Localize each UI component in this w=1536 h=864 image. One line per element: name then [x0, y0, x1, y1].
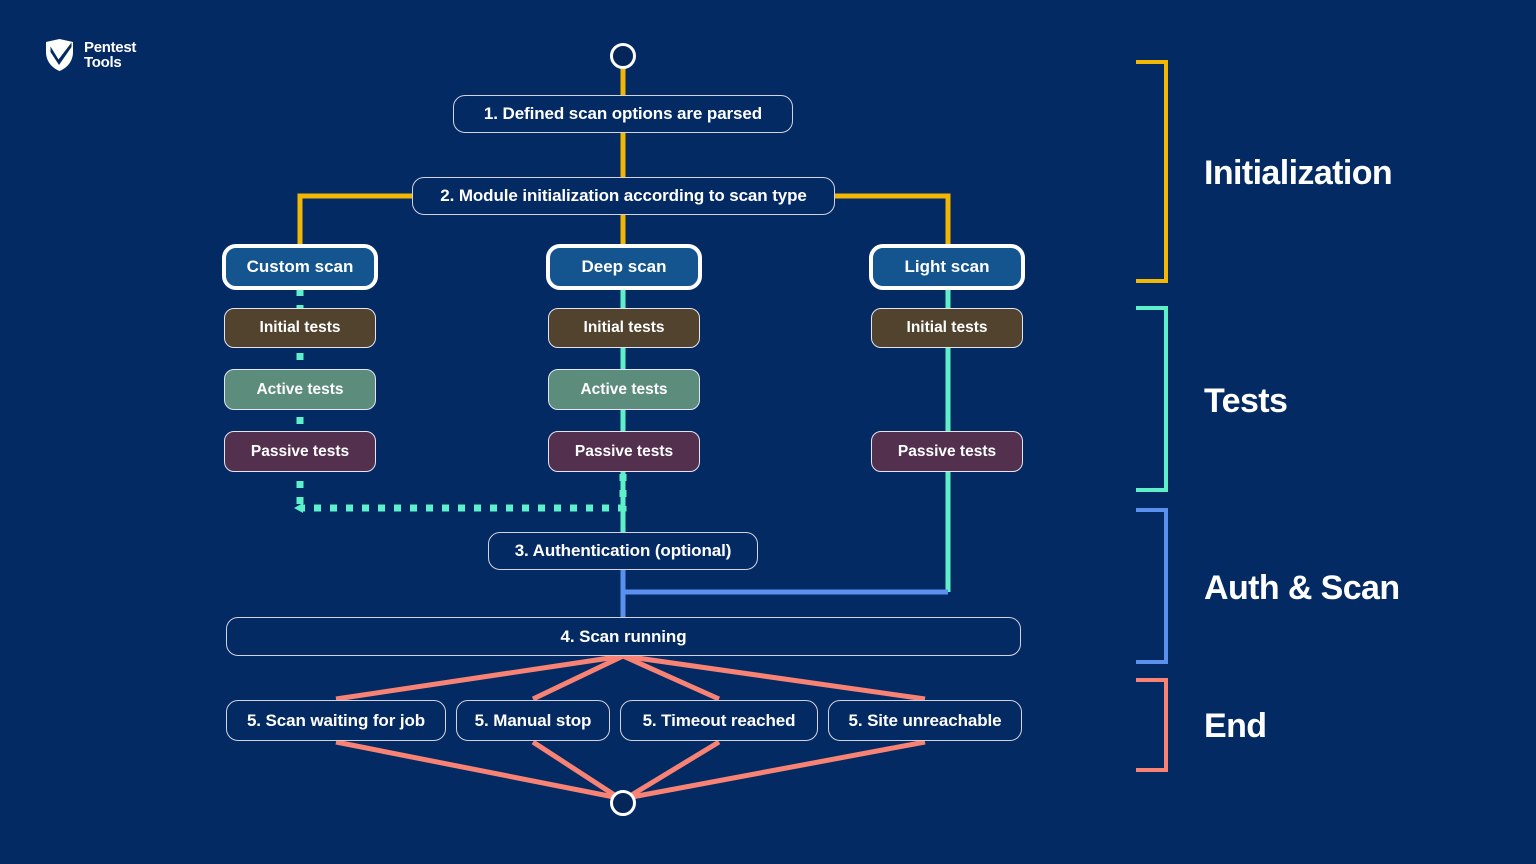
bracket-initialization: [1136, 60, 1168, 283]
node-step3-authentication[interactable]: 3. Authentication (optional): [488, 532, 758, 570]
edge-custom-to-center-join: [303, 474, 627, 512]
node-custom-active-tests[interactable]: Active tests: [224, 369, 376, 410]
node-step2-module-initialization[interactable]: 2. Module initialization according to sc…: [412, 177, 835, 215]
bracket-auth-scan: [1136, 508, 1168, 664]
end-circle: [610, 790, 636, 816]
node-end-manual-stop[interactable]: 5. Manual stop: [456, 700, 610, 741]
node-deep-passive-tests[interactable]: Passive tests: [548, 431, 700, 472]
phase-label-tests: Tests: [1204, 382, 1288, 420]
node-step4-scan-running[interactable]: 4. Scan running: [226, 617, 1021, 656]
bracket-tests: [1136, 306, 1168, 492]
node-end-scan-waiting-for-job[interactable]: 5. Scan waiting for job: [226, 700, 446, 741]
node-light-scan[interactable]: Light scan: [869, 244, 1025, 290]
bracket-end: [1136, 678, 1168, 772]
edge-step2-to-custom: [297, 193, 412, 244]
node-end-site-unreachable[interactable]: 5. Site unreachable: [828, 700, 1022, 741]
node-deep-scan[interactable]: Deep scan: [546, 244, 702, 290]
node-light-initial-tests[interactable]: Initial tests: [871, 308, 1023, 348]
node-custom-scan[interactable]: Custom scan: [222, 244, 378, 290]
phase-label-auth-scan: Auth & Scan: [1204, 569, 1400, 607]
edge-custom-join-arrowhead: [294, 503, 303, 513]
diagram-canvas: Pentest Tools 1. Defined scan options ar…: [0, 0, 1536, 864]
node-deep-initial-tests[interactable]: Initial tests: [548, 308, 700, 348]
node-light-passive-tests[interactable]: Passive tests: [871, 431, 1023, 472]
phase-label-end: End: [1204, 707, 1267, 745]
start-circle: [610, 43, 636, 69]
node-custom-initial-tests[interactable]: Initial tests: [224, 308, 376, 348]
node-step1-defined-scan-options[interactable]: 1. Defined scan options are parsed: [453, 95, 793, 133]
edge-step2-to-light: [835, 193, 951, 244]
phase-label-initialization: Initialization: [1204, 154, 1393, 192]
node-custom-passive-tests[interactable]: Passive tests: [224, 431, 376, 472]
node-deep-active-tests[interactable]: Active tests: [548, 369, 700, 410]
node-end-timeout-reached[interactable]: 5. Timeout reached: [620, 700, 818, 741]
